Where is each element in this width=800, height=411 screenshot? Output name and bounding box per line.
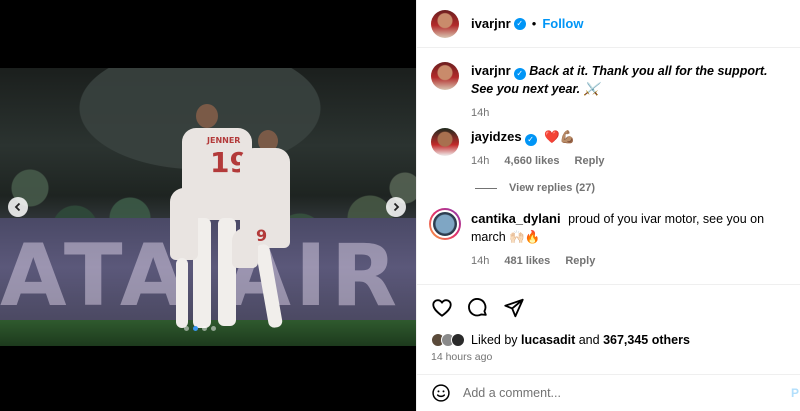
comment-meta: 14h 481 likes Reply	[471, 252, 791, 270]
replies-line	[475, 187, 497, 189]
reply-button[interactable]: Reply	[565, 255, 595, 267]
prev-button[interactable]	[8, 197, 28, 217]
caption: ivarjnr ✓ Back at it. Thank you all for t…	[431, 62, 791, 122]
player-jersey	[170, 188, 198, 260]
caption-username[interactable]: ivarjnr	[471, 63, 511, 78]
player-head	[196, 104, 218, 128]
avatar[interactable]	[431, 9, 459, 38]
post-photo[interactable]: ATA AIR JENNER 19 9	[0, 68, 416, 346]
comment-meta: 14h 4,660 likes Reply	[471, 152, 605, 170]
comment-body: jayidzes ✓ ❤️💪🏽 14h 4,660 likes Reply	[471, 128, 605, 170]
verified-badge-icon: ✓	[513, 68, 526, 80]
comment-icon[interactable]	[467, 297, 489, 319]
likes-prefix: Liked by	[471, 333, 518, 347]
story-ring[interactable]	[429, 208, 461, 240]
avatar[interactable]	[431, 128, 459, 156]
chevron-left-icon	[14, 202, 21, 212]
carousel-dot[interactable]	[184, 326, 189, 331]
add-comment-bar: Add a comment... P	[417, 374, 800, 411]
comment-text: ❤️💪🏽	[544, 130, 576, 144]
likes-middle: and	[578, 333, 600, 347]
comment-body: cantika_dylani proud of you ivar motor, …	[471, 210, 791, 270]
jersey-name: JENNER	[207, 136, 241, 145]
comment-likes[interactable]: 481 likes	[504, 255, 550, 267]
comment-time[interactable]: 14h	[471, 155, 489, 167]
likes-user[interactable]: lucasadit	[521, 333, 575, 347]
likes-summary: Liked by lucasadit and 367,345 others	[431, 333, 787, 347]
reply-button[interactable]: Reply	[575, 155, 605, 167]
separator: •	[531, 16, 537, 31]
post-button[interactable]: P	[791, 386, 799, 400]
avatar[interactable]	[431, 62, 459, 90]
comment-item: cantika_dylani proud of you ivar motor, …	[429, 208, 791, 270]
caption-body: ivarjnr ✓ Back at it. Thank you all for t…	[471, 62, 791, 122]
carousel-dot[interactable]	[211, 326, 216, 331]
view-replies-button[interactable]: View replies (27)	[475, 182, 595, 194]
comment-item: jayidzes ✓ ❤️💪🏽 14h 4,660 likes Reply	[431, 128, 791, 170]
comment-likes[interactable]: 4,660 likes	[504, 155, 559, 167]
comment-username[interactable]: jayidzes	[471, 129, 522, 144]
emoji-icon[interactable]	[431, 383, 451, 403]
post-header: ivarjnr ✓ • Follow	[417, 0, 800, 48]
action-icons	[431, 295, 787, 321]
chevron-right-icon	[393, 202, 400, 212]
verified-badge-icon: ✓	[524, 134, 537, 146]
carousel-dot[interactable]	[202, 326, 207, 331]
caption-time[interactable]: 14h	[471, 107, 489, 119]
comment-time[interactable]: 14h	[471, 255, 489, 267]
avatar	[431, 210, 459, 238]
post-sidebar: ivarjnr ✓ • Follow ivarjnr ✓ Back at it. …	[416, 0, 800, 411]
comment-username[interactable]: cantika_dylani	[471, 211, 561, 226]
verified-badge-icon: ✓	[513, 17, 526, 30]
player-leg	[176, 258, 188, 328]
heart-icon[interactable]	[431, 297, 453, 319]
view-replies-label: View replies (27)	[509, 182, 596, 194]
header-username[interactable]: ivarjnr	[471, 16, 511, 31]
next-button[interactable]	[386, 197, 406, 217]
post-timestamp[interactable]: 14 hours ago	[431, 351, 787, 363]
likes-count[interactable]: 367,345 others	[603, 333, 690, 347]
carousel-dot-active[interactable]	[193, 326, 198, 331]
post-actions: Liked by lucasadit and 367,345 others 14…	[417, 284, 800, 363]
follow-button[interactable]: Follow	[542, 16, 583, 31]
liker-avatar	[451, 333, 465, 347]
carousel-dots	[184, 326, 216, 331]
post-media: ATA AIR JENNER 19 9	[0, 0, 416, 411]
share-icon[interactable]	[503, 297, 525, 319]
player-jersey	[232, 228, 258, 268]
add-comment-input[interactable]: Add a comment...	[463, 386, 561, 400]
caption-meta: 14h	[471, 104, 791, 122]
